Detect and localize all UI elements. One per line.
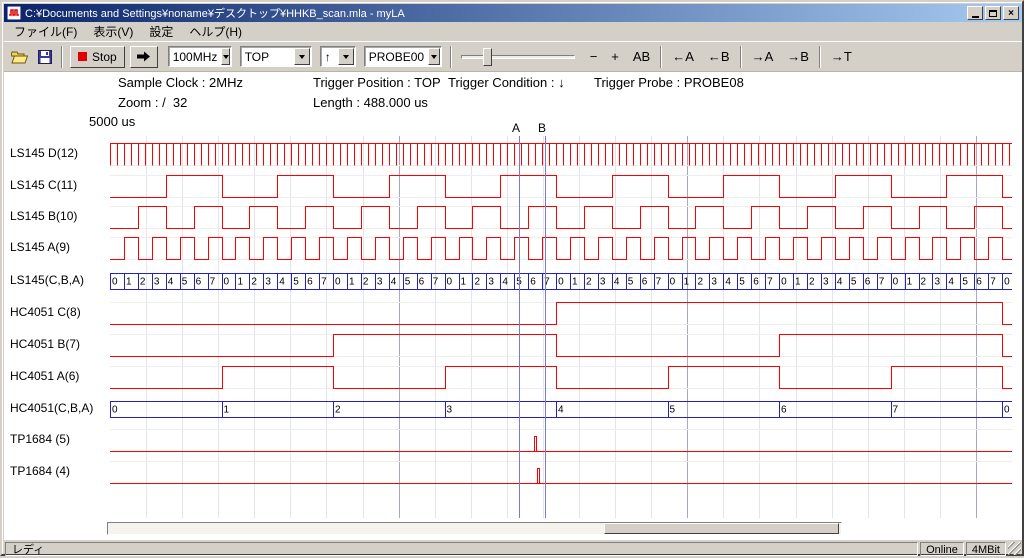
svg-text:2: 2 — [474, 277, 480, 288]
trigger-position-text: Trigger Position : TOP — [313, 75, 441, 90]
svg-text:0: 0 — [224, 277, 230, 288]
svg-text:5: 5 — [405, 277, 411, 288]
svg-text:3: 3 — [377, 277, 383, 288]
svg-text:6: 6 — [976, 277, 982, 288]
svg-text:2: 2 — [363, 277, 369, 288]
svg-text:3: 3 — [823, 277, 829, 288]
svg-text:6: 6 — [865, 277, 871, 288]
svg-text:0: 0 — [558, 277, 564, 288]
trigger-condition-text: Trigger Condition : ↓ — [448, 75, 565, 90]
svg-text:B: B — [538, 121, 546, 135]
sample-clock-text: Sample Clock : 2MHz — [118, 75, 243, 90]
svg-text:4: 4 — [948, 277, 954, 288]
svg-text:3: 3 — [600, 277, 606, 288]
svg-text:3: 3 — [934, 277, 940, 288]
svg-text:3: 3 — [154, 277, 160, 288]
svg-text:2: 2 — [809, 277, 815, 288]
svg-text:7: 7 — [893, 405, 899, 416]
svg-text:2: 2 — [697, 277, 703, 288]
svg-text:4: 4 — [279, 277, 285, 288]
svg-text:4: 4 — [837, 277, 843, 288]
svg-text:2: 2 — [335, 405, 341, 416]
svg-text:2: 2 — [140, 277, 146, 288]
svg-text:6: 6 — [530, 277, 536, 288]
svg-text:7: 7 — [767, 277, 773, 288]
svg-text:4: 4 — [725, 277, 731, 288]
svg-text:6: 6 — [307, 277, 313, 288]
svg-text:2: 2 — [921, 277, 927, 288]
svg-text:6: 6 — [419, 277, 425, 288]
svg-text:1: 1 — [684, 277, 690, 288]
svg-text:0: 0 — [447, 277, 453, 288]
svg-text:6: 6 — [196, 277, 202, 288]
svg-text:0: 0 — [112, 277, 118, 288]
svg-text:0: 0 — [1004, 277, 1010, 288]
svg-text:1: 1 — [224, 405, 230, 416]
svg-text:2: 2 — [251, 277, 257, 288]
svg-text:0: 0 — [670, 277, 676, 288]
svg-text:3: 3 — [265, 277, 271, 288]
zoom-text: Zoom : / 32 — [118, 95, 187, 110]
svg-text:7: 7 — [210, 277, 216, 288]
scrollbar-thumb[interactable] — [604, 523, 839, 534]
svg-text:7: 7 — [656, 277, 662, 288]
svg-text:7: 7 — [990, 277, 996, 288]
svg-text:0: 0 — [1004, 405, 1010, 416]
svg-text:4: 4 — [168, 277, 174, 288]
time-origin-label: 5000 us — [89, 114, 135, 129]
svg-text:4: 4 — [391, 277, 397, 288]
svg-text:4: 4 — [502, 277, 508, 288]
svg-text:5: 5 — [962, 277, 968, 288]
horizontal-scrollbar[interactable] — [107, 522, 842, 535]
svg-text:7: 7 — [433, 277, 439, 288]
svg-text:0: 0 — [781, 277, 787, 288]
svg-text:1: 1 — [349, 277, 355, 288]
svg-text:5: 5 — [628, 277, 634, 288]
svg-text:4: 4 — [558, 405, 564, 416]
svg-text:A: A — [512, 121, 520, 135]
trigger-probe-text: Trigger Probe : PROBE08 — [594, 75, 744, 90]
svg-text:3: 3 — [447, 405, 453, 416]
length-text: Length : 488.000 us — [313, 95, 428, 110]
svg-text:2: 2 — [586, 277, 592, 288]
svg-text:3: 3 — [488, 277, 494, 288]
svg-text:6: 6 — [642, 277, 648, 288]
svg-text:0: 0 — [893, 277, 899, 288]
svg-text:6: 6 — [781, 405, 787, 416]
svg-text:1: 1 — [237, 277, 243, 288]
svg-text:0: 0 — [112, 405, 118, 416]
svg-text:0: 0 — [335, 277, 341, 288]
svg-text:6: 6 — [753, 277, 759, 288]
app-window: C:¥Documents and Settings¥noname¥デスクトップ¥… — [0, 0, 1024, 556]
svg-text:1: 1 — [907, 277, 913, 288]
svg-text:5: 5 — [293, 277, 299, 288]
svg-text:5: 5 — [739, 277, 745, 288]
svg-text:1: 1 — [572, 277, 578, 288]
svg-text:3: 3 — [711, 277, 717, 288]
svg-text:4: 4 — [614, 277, 620, 288]
svg-text:1: 1 — [461, 277, 467, 288]
svg-text:1: 1 — [126, 277, 132, 288]
svg-text:7: 7 — [879, 277, 885, 288]
svg-text:5: 5 — [851, 277, 857, 288]
svg-text:7: 7 — [321, 277, 327, 288]
svg-text:1: 1 — [795, 277, 801, 288]
svg-text:5: 5 — [670, 405, 676, 416]
svg-text:5: 5 — [182, 277, 188, 288]
